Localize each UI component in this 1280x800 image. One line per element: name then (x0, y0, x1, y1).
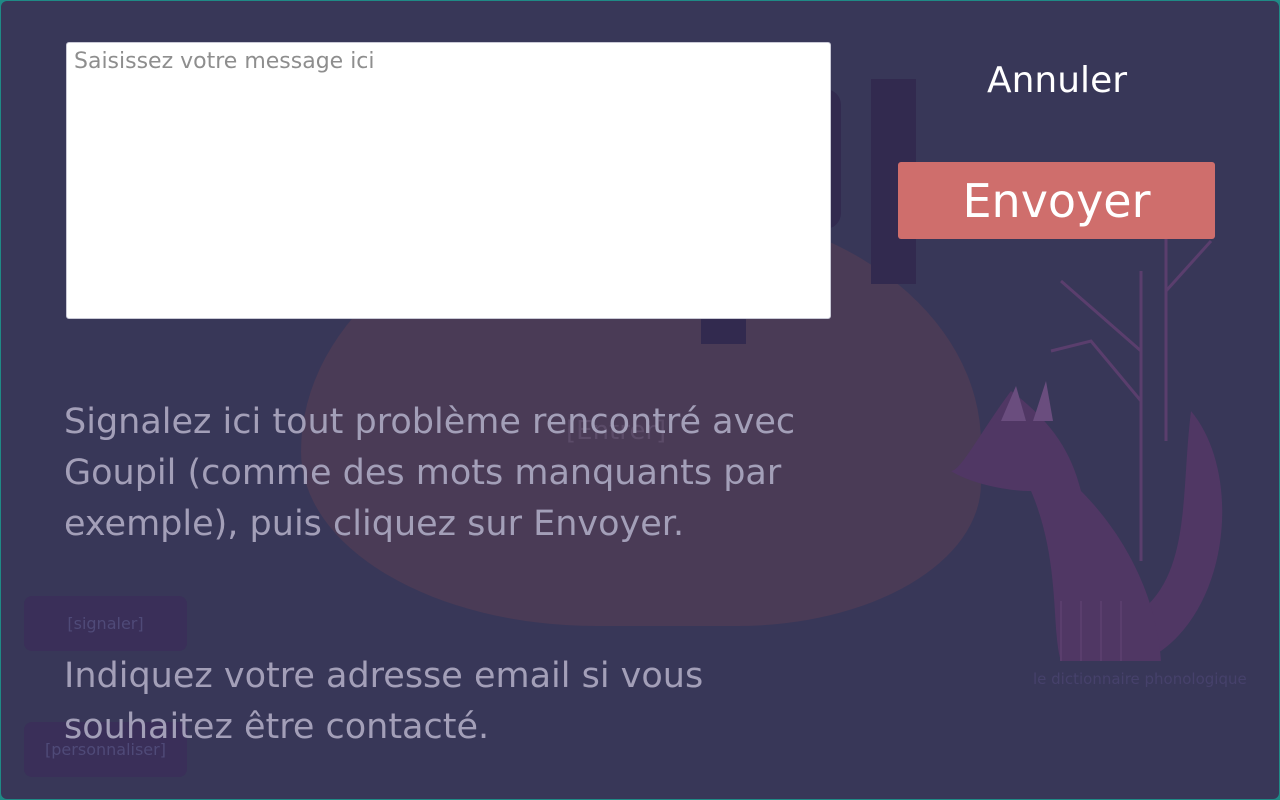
fox-icon (951, 231, 1223, 661)
app-window: [Entrer] le dictionnaire phonologique [s… (1, 1, 1279, 799)
cancel-button[interactable]: Annuler (899, 55, 1215, 105)
report-instructions: Signalez ici tout problème rencontré ave… (64, 402, 796, 544)
background-report-button: [signaler] (24, 596, 187, 651)
contact-instructions: Indiquez votre adresse email si vous sou… (64, 656, 704, 747)
send-button[interactable]: Envoyer (898, 162, 1215, 239)
background-report-label: [signaler] (67, 614, 144, 633)
background-tagline: le dictionnaire phonologique (1033, 670, 1247, 688)
message-input[interactable] (66, 42, 831, 319)
